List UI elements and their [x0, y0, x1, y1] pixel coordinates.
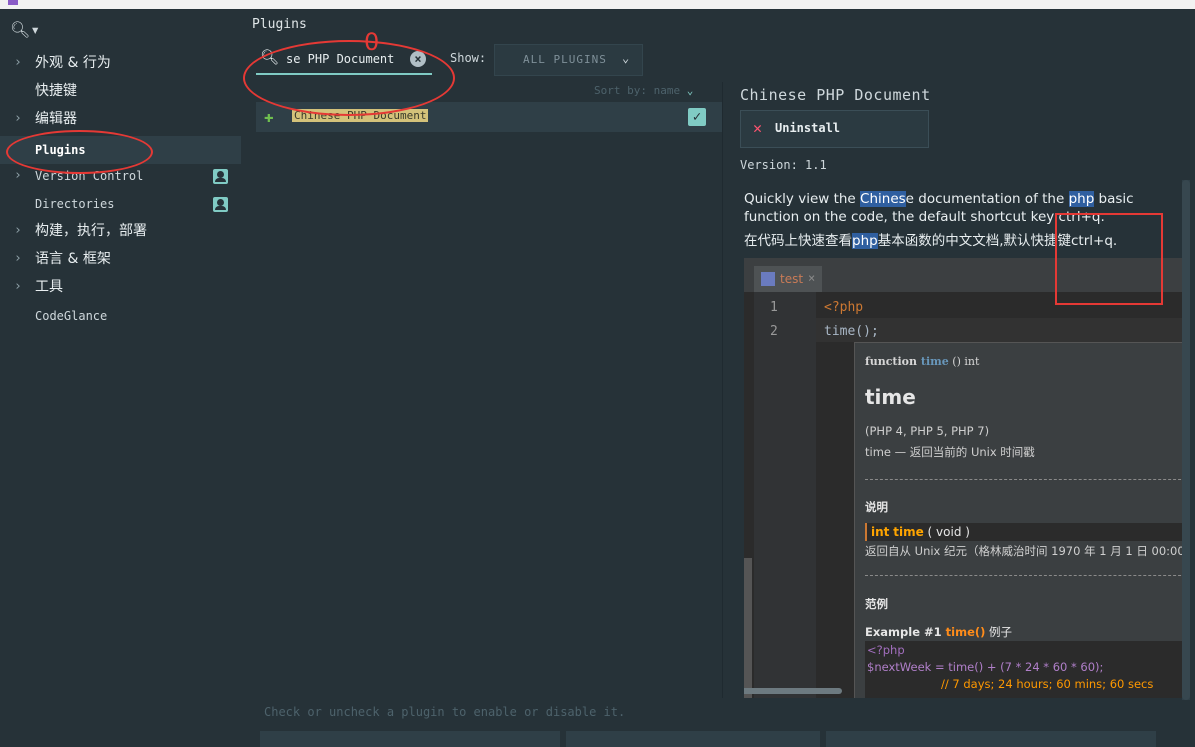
plugin-list: Sort by: name ⌄ ✚ Chinese PHP Document ✓ [256, 82, 723, 698]
install-jetbrains-plugin-button[interactable] [260, 731, 560, 747]
sidebar-item-codeglance[interactable]: CodeGlance [0, 302, 241, 330]
sig-parens: () [948, 355, 965, 368]
sidebar-item-label: 构建，执行，部署 [35, 223, 147, 239]
sidebar-item-languages-frameworks[interactable]: › 语言 & 框架 [0, 245, 241, 273]
annotation-rect-shortcut [1055, 213, 1163, 305]
sidebar-item-appearance[interactable]: › 外观 & 行为 [0, 49, 241, 77]
example-func: time() [945, 625, 986, 639]
plugin-detail-title: Chinese PHP Document [740, 86, 931, 104]
sidebar-item-editor[interactable]: › 编辑器 [0, 105, 241, 133]
doc-section-title: 说明 [865, 500, 888, 514]
search-highlight: php [1068, 191, 1095, 207]
show-filter-value: ALL PLUGINS [523, 53, 607, 66]
editor-tab-label: test [780, 272, 804, 286]
line-gutter: 1 2 [754, 292, 816, 698]
sidebar-item-label: 外观 & 行为 [35, 55, 111, 71]
sidebar-item-label: 快捷键 [35, 83, 77, 99]
php-file-icon [761, 272, 775, 286]
annotation-zero-mark: 0 [364, 28, 380, 56]
sidebar-item-label: Directories [35, 197, 115, 211]
uninstall-label: Uninstall [775, 121, 841, 135]
settings-sidebar: 🔍︎▾ › 外观 & 行为 快捷键 › 编辑器 Plugins › Versio… [0, 9, 241, 747]
sig-name: time [920, 355, 949, 368]
close-icon: ✕ [753, 119, 763, 137]
sig-type: int [964, 355, 980, 368]
sort-by-dropdown[interactable]: Sort by: name ⌄ [594, 84, 693, 97]
scrollbar-thumb[interactable] [1182, 180, 1190, 700]
browse-repositories-button[interactable] [566, 731, 820, 747]
annotation-ellipse-plugins [6, 130, 153, 174]
search-highlight: php [852, 233, 878, 249]
chevron-right-icon: › [14, 168, 22, 183]
sort-by-label: Sort by: name [594, 84, 681, 97]
sidebar-item-tools[interactable]: › 工具 [0, 273, 241, 301]
desc-text: Quickly view the [744, 191, 861, 207]
line-number: 1 [770, 300, 778, 315]
doc-function-title: time [865, 385, 916, 409]
chevron-down-icon: ⌄ [622, 51, 630, 65]
search-highlight: Chines [860, 191, 906, 207]
line-number: 2 [770, 324, 778, 339]
code-line: $nextWeek = time() + (7 * 24 * 60 * 60); [867, 660, 1104, 674]
plugin-enabled-checkbox[interactable]: ✓ [688, 108, 706, 126]
doc-versions: (PHP 4, PHP 5, PHP 7) [865, 424, 990, 438]
code-line: <?php [867, 643, 905, 657]
project-scope-icon [213, 197, 228, 212]
desc-text: e documentation of the [905, 191, 1069, 207]
puzzle-piece-icon: ✚ [264, 107, 274, 126]
sidebar-item-keymap[interactable]: 快捷键 [0, 77, 241, 105]
detail-scrollbar[interactable] [1182, 180, 1190, 700]
doc-summary: time — 返回当前的 Unix 时间戳 [865, 445, 1035, 459]
window-top-strip [0, 0, 1195, 9]
show-filter-dropdown[interactable]: ALL PLUGINS ⌄ [494, 44, 643, 76]
page-title: Plugins [252, 17, 307, 32]
doc-example-title: Example #1 time() 例子 [865, 624, 1012, 640]
sig-type: int [871, 525, 890, 539]
doc-code-example: <?php $nextWeek = time() + (7 * 24 * 60 … [865, 641, 1190, 698]
scrollbar [744, 688, 842, 694]
search-icon[interactable]: 🔍︎▾ [10, 20, 50, 40]
code-comment: // 7 days; 24 hours; 60 mins; 60 secs [941, 677, 1154, 691]
sig-parens: ( void ) [923, 525, 970, 539]
annotation-ellipse-search [243, 40, 455, 116]
scrollbar [744, 558, 752, 698]
app-icon [8, 0, 18, 5]
sidebar-item-directories[interactable]: Directories [0, 190, 241, 218]
divider [865, 575, 1190, 576]
plugin-version: Version: 1.1 [740, 158, 827, 172]
doc-returns: 返回自从 Unix 纪元（格林威治时间 1970 年 1 月 1 日 00:00… [865, 544, 1189, 558]
code-line: time(); [824, 324, 879, 339]
example-label: Example #1 [865, 625, 946, 639]
example-suffix: 例子 [985, 625, 1013, 639]
divider [865, 479, 1190, 480]
doc-signature-box: int time ( void ) [865, 523, 1190, 541]
sig-keyword: function [865, 355, 918, 368]
footer-hint: Check or uncheck a plugin to enable or d… [264, 705, 626, 719]
sidebar-item-label: 工具 [35, 279, 63, 295]
chevron-right-icon: › [14, 279, 22, 294]
uninstall-button[interactable]: ✕ Uninstall [740, 110, 929, 148]
chevron-right-icon: › [14, 111, 22, 126]
desc-text: 在代码上快速查看 [744, 233, 852, 249]
code-line: <?php [824, 300, 864, 315]
editor-tab: test × [754, 266, 822, 292]
doc-signature: function time () int [865, 355, 979, 368]
sidebar-item-build-execution-deployment[interactable]: › 构建，执行，部署 [0, 217, 241, 245]
chevron-right-icon: › [14, 223, 22, 238]
install-plugin-from-disk-button[interactable] [826, 731, 1156, 747]
show-filter-label: Show: [450, 51, 487, 65]
sidebar-item-label: 编辑器 [35, 111, 77, 127]
close-icon: × [808, 271, 816, 285]
sig-name: time [893, 525, 924, 539]
quick-doc-popup: function time () int time (PHP 4, PHP 5,… [854, 342, 1190, 698]
doc-section-title: 范例 [865, 597, 888, 611]
chevron-down-icon: ⌄ [686, 84, 694, 97]
chevron-right-icon: › [14, 55, 22, 70]
sidebar-item-label: CodeGlance [35, 309, 108, 323]
chevron-right-icon: › [14, 251, 22, 266]
sidebar-item-label: 语言 & 框架 [35, 251, 111, 267]
project-scope-icon [213, 169, 228, 184]
plugin-screenshot: test × 1 2 <?php time(); function time (… [744, 258, 1190, 698]
